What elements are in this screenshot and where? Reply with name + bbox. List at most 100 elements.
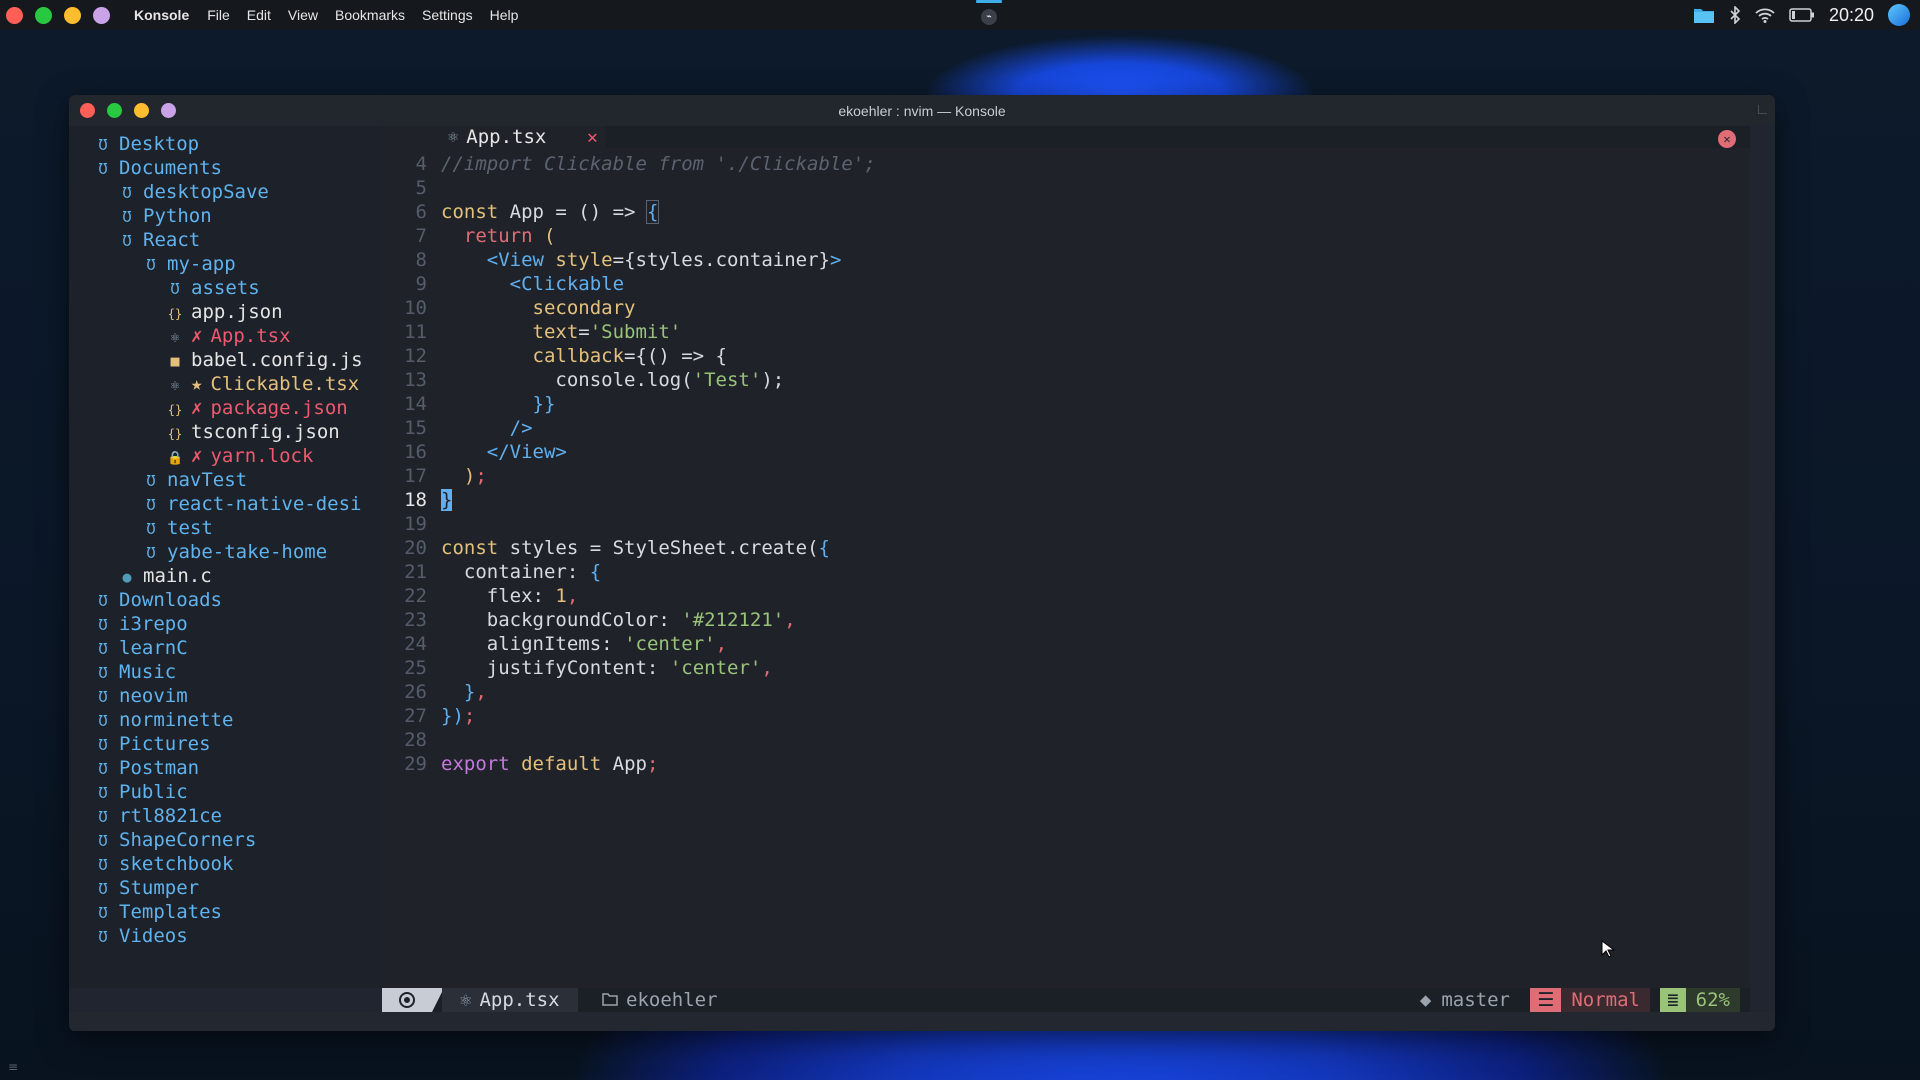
tree-item[interactable]: Ʊsketchbook: [95, 852, 233, 876]
tree-item-label: app.json: [191, 301, 283, 323]
menu-view[interactable]: View: [288, 7, 318, 23]
buffer-tabline: ⚛ App.tsx ✕ ✕: [382, 126, 1750, 148]
tree-item[interactable]: Ʊassets: [167, 276, 259, 300]
react-file-icon: ⚛: [170, 328, 180, 346]
tab-app-tsx[interactable]: ⚛ App.tsx ✕: [382, 126, 606, 148]
clock[interactable]: 20:20: [1829, 5, 1874, 26]
tree-item[interactable]: Ʊ Videos: [95, 924, 188, 948]
tree-item[interactable]: Ʊ Templates: [95, 900, 221, 924]
line-number: 6: [415, 201, 427, 223]
tree-item-label: tsconfig.json: [191, 421, 340, 443]
tree-item[interactable]: Ʊ Pictures: [95, 732, 211, 756]
code-text: //import Clickable from './Clickable';: [441, 153, 876, 175]
status-branch-name: master: [1441, 989, 1510, 1011]
wifi-icon[interactable]: [1755, 7, 1775, 23]
tree-item[interactable]: ƱlearnC: [95, 636, 187, 660]
tree-item[interactable]: ⚛ ★ Clickable.tsx: [167, 372, 359, 396]
tree-item[interactable]: Ʊ Music: [95, 660, 176, 684]
tree-item[interactable]: Ʊ Stumper: [95, 876, 199, 900]
line-number: 14: [404, 393, 427, 415]
folder-icon: Ʊ: [146, 544, 156, 562]
folder-icon: Ʊ: [146, 496, 156, 514]
tree-item[interactable]: Ʊreact-native-desi: [143, 492, 361, 516]
code-text: const App = () => {: [441, 200, 660, 224]
folder-icon: Ʊ: [122, 208, 132, 226]
tree-item[interactable]: Ʊtest: [143, 516, 213, 540]
tree-item-label: i3repo: [119, 613, 188, 635]
tree-item[interactable]: Ʊ Public: [95, 780, 187, 804]
maximize-dot[interactable]: [35, 6, 52, 24]
git-branch-icon: ◆: [1419, 989, 1432, 1011]
tree-item[interactable]: Ʊ Postman: [95, 756, 199, 780]
tree-item-label: main.c: [143, 565, 212, 587]
tree-item-label: Music: [119, 661, 177, 683]
terminal-area[interactable]: Ʊ Desktop Ʊ Documents ƱdesktopSave Ʊ Python Ʊ Re…: [69, 126, 1775, 1031]
tree-item[interactable]: {} ✗ package.json: [167, 396, 348, 420]
line-number: 16: [404, 441, 427, 463]
code-text: });: [441, 705, 476, 727]
tree-item[interactable]: {} tsconfig.json: [167, 420, 340, 444]
tree-item[interactable]: Ʊ Downloads: [95, 588, 221, 612]
tree-item[interactable]: 🔒 ✗ yarn.lock: [167, 444, 313, 468]
code-text: return (: [463, 225, 556, 247]
menu-edit[interactable]: Edit: [247, 7, 271, 23]
json-file-icon: {}: [167, 307, 183, 321]
code-editor[interactable]: ⚛ App.tsx ✕ ✕ 4 //import Clickable from '…: [382, 126, 1750, 988]
tree-item-label: test: [167, 517, 213, 539]
line-number: 13: [404, 369, 427, 391]
code-text: />: [509, 417, 533, 439]
tree-item[interactable]: ● main.c: [119, 564, 212, 588]
folder-icon: Ʊ: [146, 520, 156, 538]
tree-item[interactable]: ƱdesktopSave: [119, 180, 268, 204]
tree-item[interactable]: Ʊ Documents: [95, 156, 221, 180]
tree-item[interactable]: ⚛ ✗ App.tsx: [167, 324, 290, 348]
line-number: 17: [404, 465, 427, 487]
mode-icon: ☰: [1530, 988, 1562, 1012]
menu-file[interactable]: File: [207, 7, 230, 23]
tree-item[interactable]: Ʊ Python: [119, 204, 211, 228]
close-dot[interactable]: [6, 6, 23, 24]
folder-icon: Ʊ: [98, 880, 108, 898]
tree-item[interactable]: Ʊnorminette: [95, 708, 233, 732]
line-number: 7: [415, 225, 427, 247]
tree-item[interactable]: Ʊ Desktop: [95, 132, 199, 156]
menu-help[interactable]: Help: [490, 7, 519, 23]
folder-icon[interactable]: [1693, 6, 1715, 24]
command-line[interactable]: [69, 1012, 1775, 1031]
folder-icon: Ʊ: [98, 760, 108, 778]
tree-item[interactable]: Ʊ React: [119, 228, 200, 252]
tree-item[interactable]: Ʊmy-app: [143, 252, 235, 276]
window-titlebar[interactable]: ekoehler : nvim — Konsole: [69, 95, 1775, 126]
tree-item[interactable]: {} app.json: [167, 300, 283, 324]
tree-item-label: Pictures: [119, 733, 211, 755]
tree-item[interactable]: Ʊ ShapeCorners: [95, 828, 256, 852]
tree-item[interactable]: Ʊrtl8821ce: [95, 804, 221, 828]
modified-icon: ✗: [191, 397, 203, 419]
code-text: const styles = StyleSheet.create({: [441, 537, 830, 559]
tree-item-label: Videos: [119, 925, 188, 947]
panel-menu-icon[interactable]: ≡: [8, 1060, 18, 1074]
tree-item[interactable]: Ʊi3repo: [95, 612, 188, 636]
tree-item[interactable]: ƱnavTest: [143, 468, 247, 492]
browser-icon[interactable]: [1888, 4, 1910, 26]
code-text: );: [463, 465, 487, 487]
react-icon: ⚛: [448, 127, 459, 147]
folder-icon: Ʊ: [98, 904, 108, 922]
menu-bookmarks[interactable]: Bookmarks: [335, 7, 405, 23]
battery-icon[interactable]: [1789, 8, 1815, 22]
minimize-dot[interactable]: [64, 6, 81, 24]
folder-icon: Ʊ: [98, 640, 108, 658]
tab-close-icon[interactable]: ✕: [587, 127, 598, 148]
extra-dot[interactable]: [93, 6, 110, 24]
top-panel: Konsole File Edit View Bookmarks Setting…: [0, 0, 1920, 30]
menu-settings[interactable]: Settings: [422, 7, 473, 23]
tree-item[interactable]: ■ babel.config.js: [167, 348, 362, 372]
folder-icon: Ʊ: [146, 472, 156, 490]
tree-item[interactable]: Ʊneovim: [95, 684, 187, 708]
workspace-indicator[interactable]: ⌁: [974, 0, 1004, 30]
tree-item[interactable]: Ʊyabe-take-home: [143, 540, 327, 564]
close-circle-icon[interactable]: ✕: [1718, 130, 1736, 148]
folder-icon: Ʊ: [98, 856, 108, 874]
bluetooth-icon[interactable]: [1729, 6, 1741, 24]
line-number: 23: [404, 609, 427, 631]
